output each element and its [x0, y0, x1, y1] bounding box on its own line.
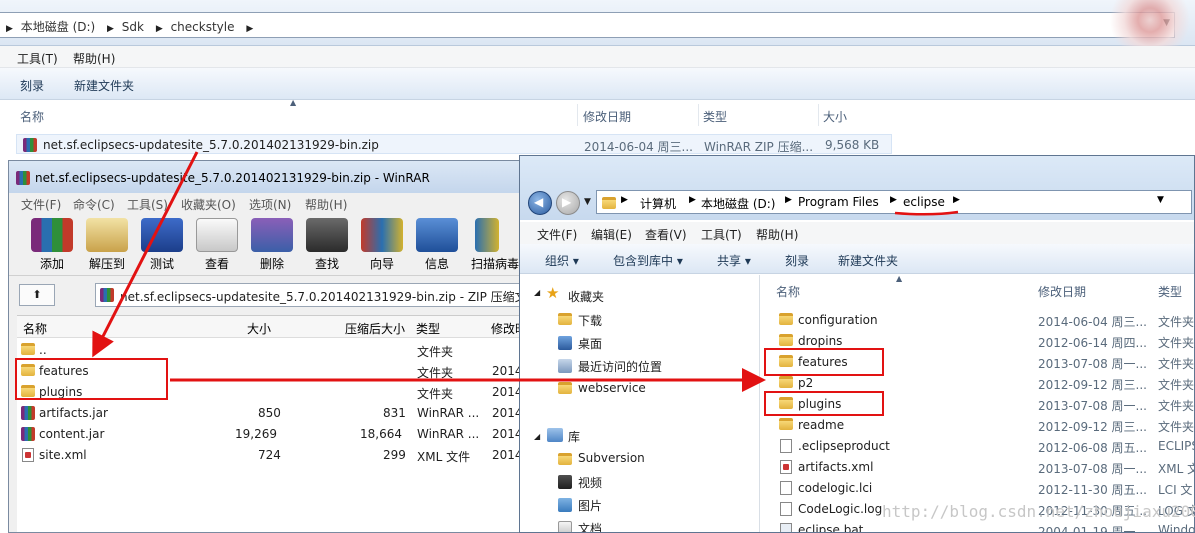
annotation-arrows	[92, 151, 959, 392]
watermark-text: http://blog.csdn.net/zhoujiaxu2008	[882, 502, 1195, 521]
underline-eclipse	[894, 210, 959, 216]
arrow-zip-to-folders	[92, 151, 199, 358]
